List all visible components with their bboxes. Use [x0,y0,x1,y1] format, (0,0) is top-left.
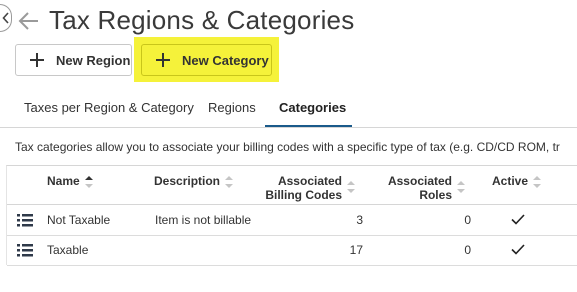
column-header-billing-codes[interactable]: Associated Billing Codes [243,174,355,202]
row-divider [7,265,577,266]
row-roles: 0 [464,213,471,227]
categories-table: Name Description Associated Billing Code… [6,165,577,266]
plus-icon [30,53,44,67]
row-name: Not Taxable [47,213,111,227]
row-roles: 0 [464,243,471,257]
checkmark-icon [511,244,525,255]
page-title: Tax Regions & Categories [49,5,355,35]
collapse-tab[interactable] [0,4,12,32]
row-billing-codes: 3 [356,213,363,227]
tab-regions[interactable]: Regions [208,96,256,128]
list-icon[interactable] [17,214,33,227]
arrow-left-icon[interactable] [18,11,40,31]
plus-icon [156,53,170,67]
row-name: Taxable [47,243,89,257]
tab-categories[interactable]: Categories [265,96,352,128]
tabs-divider [0,127,577,128]
new-category-label: New Category [182,52,269,68]
info-text: Tax categories allow you to associate yo… [15,140,560,154]
checkmark-icon [511,214,525,225]
tab-taxes-per-region-category[interactable]: Taxes per Region & Category [24,96,194,128]
table-row[interactable]: Taxable 17 0 [7,235,577,265]
new-region-label: New Region [56,52,131,68]
sort-icon [457,181,465,193]
table-row[interactable]: Not Taxable Item is not billable 3 0 [7,205,577,235]
column-header-name[interactable]: Name [47,174,93,188]
sort-icon [347,181,355,193]
list-icon[interactable] [17,244,33,257]
sort-icon [225,175,234,188]
row-description: Item is not billable [155,213,252,227]
column-header-description[interactable]: Description [154,174,234,188]
close-icon [1,12,9,24]
column-header-active[interactable]: Active [492,174,542,188]
sort-icon [84,175,93,188]
tab-bar: Taxes per Region & Category Regions Cate… [0,96,577,128]
row-billing-codes: 17 [349,243,363,257]
new-region-button[interactable]: New Region [15,44,132,76]
column-header-roles[interactable]: Associated Roles [385,174,465,202]
sort-icon [533,175,542,188]
new-category-button[interactable]: New Category [141,44,272,76]
